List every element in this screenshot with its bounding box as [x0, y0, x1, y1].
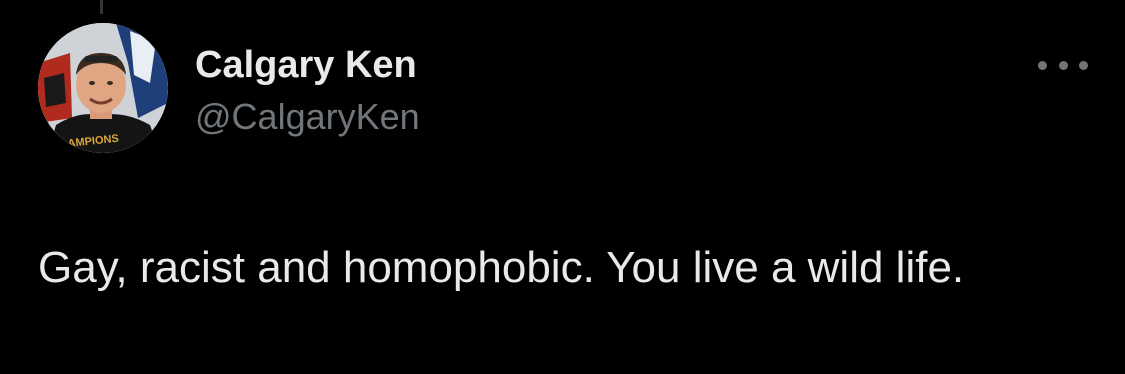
more-options-icon[interactable]	[1038, 54, 1088, 76]
author-names: Calgary Ken @CalgaryKen	[195, 40, 420, 140]
more-dot	[1038, 60, 1047, 70]
author-avatar[interactable]: AMPIONS	[38, 23, 168, 153]
author-display-name[interactable]: Calgary Ken	[195, 40, 420, 90]
more-dot	[1058, 60, 1068, 70]
avatar-photo-icon: AMPIONS	[38, 23, 168, 153]
thread-connector-line	[100, 0, 103, 14]
more-dot	[1079, 60, 1088, 70]
tweet-text: Gay, racist and homophobic. You live a w…	[38, 243, 965, 292]
author-handle[interactable]: @CalgaryKen	[195, 94, 420, 140]
